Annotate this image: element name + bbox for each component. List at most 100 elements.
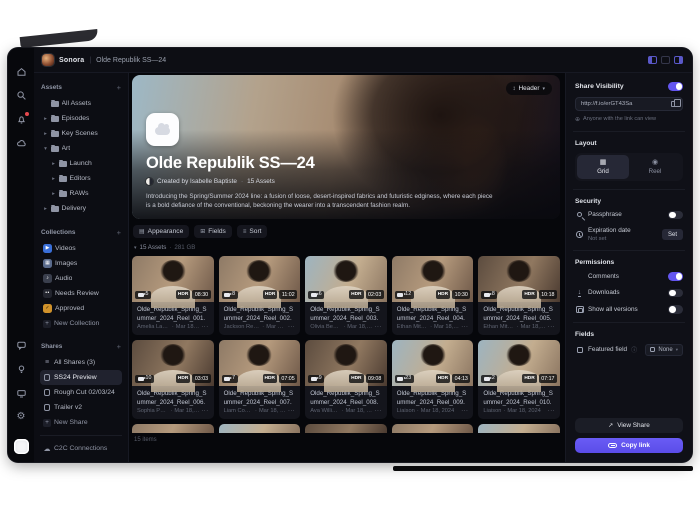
asset-card[interactable]: 23 HDR 04:13 Olde_Republik_Spring_Summer_…	[391, 340, 474, 419]
asset-thumbnail[interactable]: 8 HDR 11:02	[218, 256, 301, 308]
more-options-button[interactable]: ···	[548, 324, 555, 330]
copy-link-button[interactable]: Copy link	[575, 438, 683, 453]
toggle-center-panel-icon[interactable]	[661, 56, 670, 64]
view-share-button[interactable]: ↗ View Share	[575, 418, 683, 433]
sidebar-item-rough-cut[interactable]: Rough Cut 02/03/24	[40, 385, 122, 400]
add-share-button[interactable]: +	[117, 342, 121, 351]
share-visibility-toggle[interactable]	[668, 82, 683, 91]
more-options-button[interactable]: ···	[288, 324, 295, 330]
share-link-field[interactable]: http://f.io/erGT43Sa	[575, 96, 683, 111]
sidebar-item-editors[interactable]: ▸ Editors	[40, 171, 122, 186]
sidebar-item-trailer-v2[interactable]: Trailer v2	[40, 400, 122, 415]
notifications-bell-icon[interactable]	[16, 111, 30, 125]
settings-gear-icon[interactable]: ⚙	[17, 412, 26, 422]
featured-field-dropdown[interactable]: None ▾	[645, 343, 683, 356]
asset-card[interactable]: 5 HDR 08:30 Olde_Republik_Spring_Summer_2…	[132, 256, 214, 335]
cloud-upload-icon[interactable]	[16, 138, 27, 149]
chat-icon[interactable]	[16, 340, 27, 351]
add-collection-button[interactable]: +	[117, 228, 121, 237]
more-options-button[interactable]: ···	[288, 408, 295, 414]
asset-thumbnail[interactable]	[218, 424, 301, 433]
asset-thumbnail[interactable]: 6 HDR 02:03	[305, 256, 387, 308]
sidebar-item-approved[interactable]: ✓ Approved	[40, 301, 122, 316]
comments-toggle[interactable]	[668, 272, 683, 281]
asset-card[interactable]: 10 HDR 03:03 Olde_Republik_Spring_Summer_…	[132, 340, 214, 419]
copy-icon[interactable]	[671, 99, 681, 107]
chevron-right-icon[interactable]: ▸	[43, 206, 48, 212]
chevron-right-icon[interactable]: ▸	[51, 176, 56, 182]
asset-summary-row[interactable]: ▾ 15 Assets · 281 GB	[134, 244, 558, 251]
asset-thumbnail[interactable]: 5 HDR 08:30	[132, 256, 214, 308]
more-options-button[interactable]: ···	[461, 324, 468, 330]
sort-button[interactable]: ≡ Sort	[236, 225, 268, 238]
chevron-down-icon[interactable]: ▾	[43, 146, 48, 152]
show-all-versions-toggle[interactable]	[668, 305, 683, 314]
asset-card[interactable]: 7 HDR 07:05 Olde_Republik_Spring_Summer_2…	[218, 340, 301, 419]
downloads-toggle[interactable]	[668, 288, 683, 297]
layout-option-grid[interactable]: ▦ Grid	[577, 154, 629, 179]
sidebar-item-videos[interactable]: ▶ Videos	[40, 241, 122, 256]
c2c-connections-item[interactable]: ☁ C2C Connections	[40, 441, 122, 456]
add-asset-button[interactable]: +	[117, 83, 121, 92]
more-options-button[interactable]: ···	[375, 408, 382, 414]
fields-icon: ⊞	[200, 229, 206, 235]
lightbulb-icon[interactable]	[16, 364, 27, 375]
asset-card[interactable]: 2 HDR 07:17 Olde_Republik_Spring_Summer_2…	[478, 340, 560, 419]
sidebar-item-all-assets[interactable]: All Assets	[40, 96, 122, 111]
asset-thumbnail[interactable]	[305, 424, 387, 433]
asset-thumbnail[interactable]: 10 HDR 03:03	[132, 340, 214, 392]
appearance-button[interactable]: ▤ Appearance	[133, 225, 190, 238]
sidebar-item-episodes[interactable]: ▸ Episodes	[40, 111, 122, 126]
chevron-right-icon[interactable]: ▸	[51, 161, 56, 167]
sidebar-item-needs-review[interactable]: •• Needs Review	[40, 286, 122, 301]
asset-thumbnail[interactable]	[391, 424, 474, 433]
more-options-button[interactable]: ···	[461, 408, 468, 414]
more-options-button[interactable]: ···	[375, 324, 382, 330]
more-options-button[interactable]: ···	[201, 408, 208, 414]
share-url[interactable]: http://f.io/erGT43Sa	[581, 101, 667, 107]
asset-thumbnail[interactable]: 12 HDR 10:30	[391, 256, 474, 308]
asset-card[interactable]: 6 HDR 02:03 Olde_Republik_Spring_Summer_2…	[305, 256, 387, 335]
sidebar-item-delivery[interactable]: ▸ Delivery	[40, 201, 122, 216]
sidebar-item-art[interactable]: ▾ Art	[40, 141, 122, 156]
toggle-right-panel-icon[interactable]	[674, 56, 683, 64]
sidebar-item-images[interactable]: ▦ Images	[40, 256, 122, 271]
sidebar-item-all-shares[interactable]: ≡ All Shares (3)	[40, 355, 122, 370]
layout-option-reel[interactable]: ◉ Reel	[629, 155, 681, 179]
sidebar-item-key-scenes[interactable]: ▸ Key Scenes	[40, 126, 122, 141]
asset-thumbnail[interactable]: 8 HDR 10:18	[478, 256, 560, 308]
passphrase-toggle[interactable]	[668, 210, 683, 219]
new-share-button[interactable]: + New Share	[40, 415, 122, 430]
asset-thumbnail[interactable]: 23 HDR 04:13	[391, 340, 474, 392]
fields-button[interactable]: ⊞ Fields	[194, 225, 232, 238]
more-options-button[interactable]: ···	[548, 408, 555, 414]
chevron-right-icon[interactable]: ▸	[43, 116, 48, 122]
home-icon[interactable]	[16, 66, 27, 77]
workspace-avatar[interactable]	[13, 439, 29, 454]
sidebar-item-audio[interactable]: ♪ Audio	[40, 271, 122, 286]
asset-card[interactable]: 8 HDR 10:18 Olde_Republik_Spring_Summer_2…	[478, 256, 560, 335]
set-expiration-button[interactable]: Set	[661, 229, 683, 240]
sidebar-item-raws[interactable]: ▸ RAWs	[40, 186, 122, 201]
asset-thumbnail[interactable]	[478, 424, 560, 433]
asset-thumbnail[interactable]: 9 HDR 09:08	[305, 340, 387, 392]
more-options-button[interactable]: ···	[201, 324, 208, 330]
sidebar-item-ss24-preview[interactable]: SS24 Preview	[40, 370, 122, 385]
new-collection-button[interactable]: + New Collection	[40, 316, 122, 331]
asset-card[interactable]: 12 HDR 10:30 Olde_Republik_Spring_Summer_…	[391, 256, 474, 335]
asset-card[interactable]: 8 HDR 11:02 Olde_Republik_Spring_Summer_2…	[218, 256, 301, 335]
asset-thumbnail[interactable]	[132, 424, 214, 433]
screen-icon[interactable]	[16, 388, 27, 399]
sidebar-item-launch[interactable]: ▸ Launch	[40, 156, 122, 171]
chevron-right-icon[interactable]: ▸	[43, 131, 48, 137]
asset-card[interactable]: 9 HDR 09:08 Olde_Republik_Spring_Summer_2…	[305, 340, 387, 419]
asset-thumbnail[interactable]: 2 HDR 07:17	[478, 340, 560, 392]
search-icon[interactable]	[16, 90, 27, 101]
header-settings-button[interactable]: ↕ Header ▾	[505, 82, 552, 95]
chevron-right-icon[interactable]: ▸	[51, 191, 56, 197]
approved-icon: ✓	[43, 304, 52, 313]
share-icon	[43, 404, 50, 411]
asset-thumbnail[interactable]: 7 HDR 07:05	[218, 340, 301, 392]
app-logo[interactable]	[42, 54, 54, 66]
toggle-left-panel-icon[interactable]	[648, 56, 657, 64]
